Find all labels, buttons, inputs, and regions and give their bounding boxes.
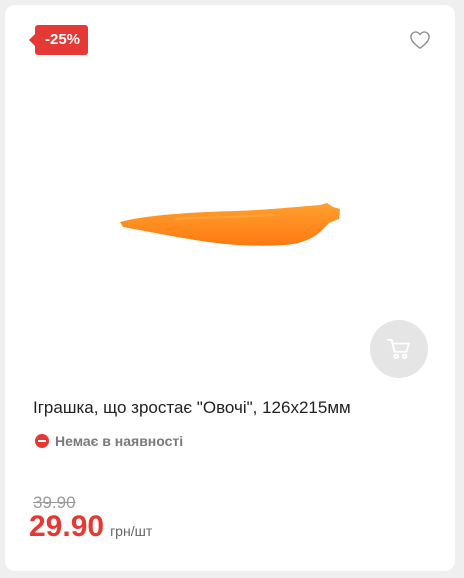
price-unit: грн/шт (110, 523, 153, 539)
availability-label: Немає в наявності (55, 433, 184, 449)
product-card[interactable]: -25% Іграшка, що зростає "Овочі", 126x21… (5, 5, 455, 571)
current-price: 29.90 (29, 510, 105, 543)
product-title[interactable]: Іграшка, що зростає "Овочі", 126x215мм (33, 398, 433, 418)
add-to-cart-button[interactable] (370, 320, 428, 378)
discount-badge: -25% (28, 25, 89, 55)
cart-icon (387, 338, 410, 360)
minus-circle-icon (35, 434, 49, 448)
availability-status: Немає в наявності (35, 433, 183, 449)
favorite-button[interactable] (409, 30, 431, 50)
heart-icon (410, 31, 430, 49)
carrot-image (120, 203, 340, 246)
price-row: 29.90 грн/шт (29, 510, 152, 544)
product-image[interactable] (115, 195, 345, 255)
